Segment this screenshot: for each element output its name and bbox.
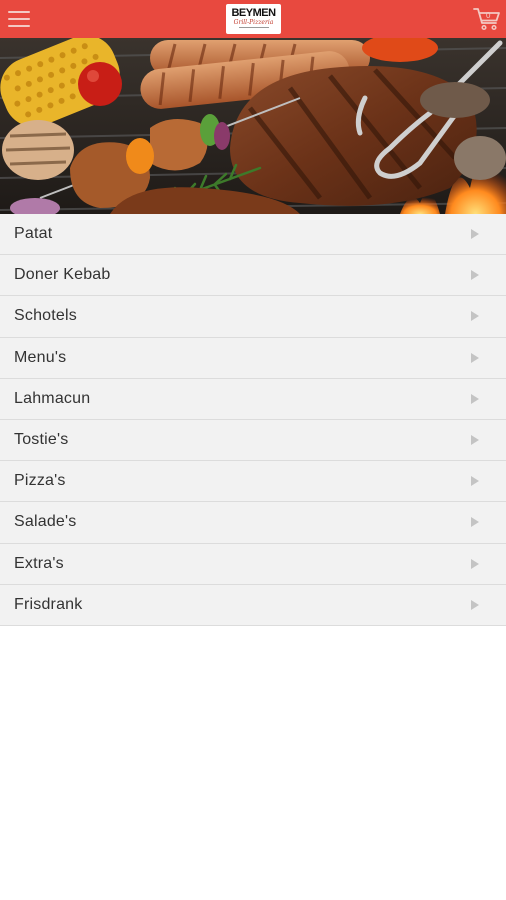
chevron-right-icon bbox=[471, 517, 479, 528]
shopping-cart-icon[interactable]: 0 bbox=[473, 6, 501, 32]
top-app-bar: BEYMEN Grill-Pizzeria 0 bbox=[0, 0, 506, 38]
chevron-right-icon bbox=[471, 599, 479, 610]
chevron-right-icon bbox=[471, 229, 479, 239]
chevron-right-icon bbox=[471, 476, 479, 487]
chevron-right-icon bbox=[471, 311, 479, 322]
category-label: Salade's bbox=[14, 513, 77, 531]
chevron-right-icon bbox=[471, 393, 479, 404]
category-label: Doner Kebab bbox=[14, 266, 111, 284]
category-item-extras[interactable]: Extra's bbox=[0, 543, 506, 585]
category-item-schotels[interactable]: Schotels bbox=[0, 296, 506, 338]
category-list: Patat Doner Kebab Schotels Menu's Lahmac… bbox=[0, 214, 506, 626]
category-item-doner-kebab[interactable]: Doner Kebab bbox=[0, 255, 506, 297]
logo-underline bbox=[238, 27, 269, 28]
category-item-pizzas[interactable]: Pizza's bbox=[0, 461, 506, 503]
chevron-right-icon bbox=[471, 352, 479, 363]
category-item-lahmacun[interactable]: Lahmacun bbox=[0, 378, 506, 420]
cart-count-badge: 0 bbox=[486, 11, 491, 20]
category-label: Frisdrank bbox=[14, 595, 83, 613]
category-label: Menu's bbox=[14, 348, 67, 366]
category-item-tosties[interactable]: Tostie's bbox=[0, 419, 506, 462]
category-item-salades[interactable]: Salade's bbox=[0, 502, 506, 544]
logo-text: BEYMEN bbox=[231, 7, 276, 19]
category-label: Patat bbox=[14, 225, 53, 242]
category-item-menus[interactable]: Menu's bbox=[0, 337, 506, 379]
category-label: Extra's bbox=[14, 554, 64, 572]
category-item-frisdrank[interactable]: Frisdrank bbox=[0, 584, 506, 626]
category-label: Pizza's bbox=[14, 472, 66, 490]
logo-subtext: Grill-Pizzeria bbox=[233, 19, 274, 26]
category-label: Tostie's bbox=[14, 430, 69, 448]
category-label: Lahmacun bbox=[14, 389, 91, 407]
hamburger-menu-icon[interactable] bbox=[8, 9, 31, 29]
category-label: Schotels bbox=[14, 307, 77, 325]
chevron-right-icon bbox=[471, 270, 479, 281]
brand-logo[interactable]: BEYMEN Grill-Pizzeria bbox=[226, 4, 281, 34]
hero-food-image bbox=[0, 38, 506, 214]
chevron-right-icon bbox=[471, 558, 479, 569]
category-item-patat[interactable]: Patat bbox=[0, 214, 506, 256]
chevron-right-icon bbox=[471, 434, 479, 445]
